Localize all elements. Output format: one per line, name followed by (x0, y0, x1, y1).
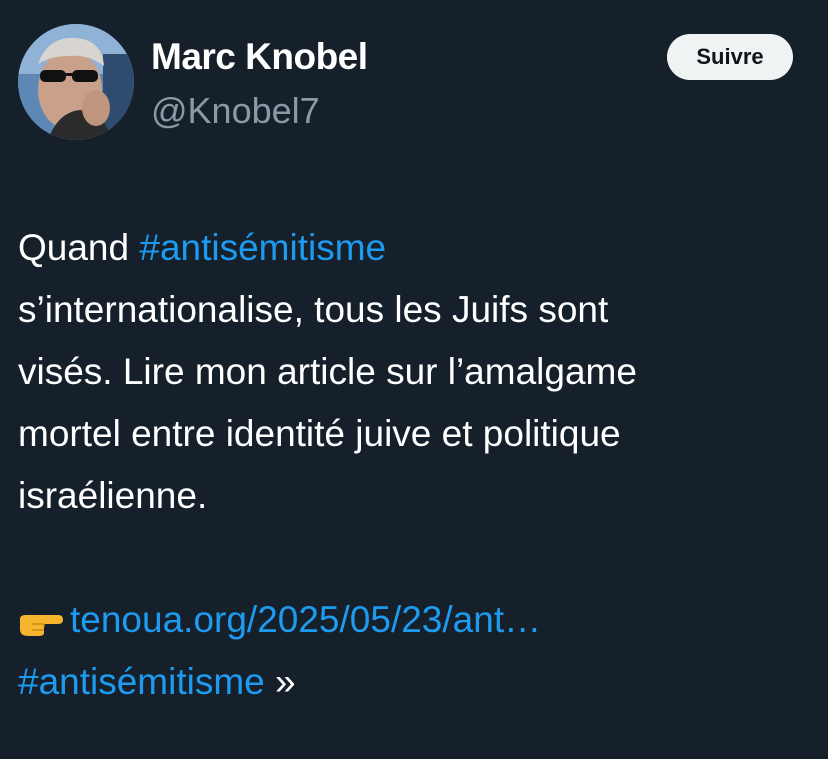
follow-button[interactable]: Suivre (667, 34, 793, 80)
avatar[interactable] (18, 24, 134, 140)
tweet-line-3: visés. Lire mon article sur l’amalgame (18, 351, 637, 392)
tweet-line-4: mortel entre identité juive et politique (18, 413, 621, 454)
hashtag-link[interactable]: #antisémitisme (139, 227, 386, 268)
tweet-text: Quand #antisémitisme s’internationalise,… (18, 217, 808, 713)
pointing-right-icon (18, 607, 70, 637)
hashtag-link-2[interactable]: #antisémitisme (18, 661, 265, 702)
tweet-line-last: #antisémitisme » (18, 651, 808, 713)
avatar-image (18, 24, 134, 140)
closing-quote: » (264, 661, 296, 702)
tweet-card: Marc Knobel @Knobel7 Suivre Quand #antis… (0, 0, 828, 759)
tweet-line-5: israélienne. (18, 475, 208, 516)
tweet-line-1: Quand #antisémitisme (18, 217, 808, 279)
article-link[interactable]: tenoua.org/2025/05/23/ant… (70, 599, 541, 640)
tweet-line-link: tenoua.org/2025/05/23/ant… (18, 589, 808, 651)
tweet-line-2: s’internationalise, tous les Juifs sont (18, 289, 609, 330)
display-name[interactable]: Marc Knobel (151, 36, 368, 78)
user-handle[interactable]: @Knobel7 (151, 90, 320, 132)
tweet-line-1-text: Quand (18, 227, 140, 268)
